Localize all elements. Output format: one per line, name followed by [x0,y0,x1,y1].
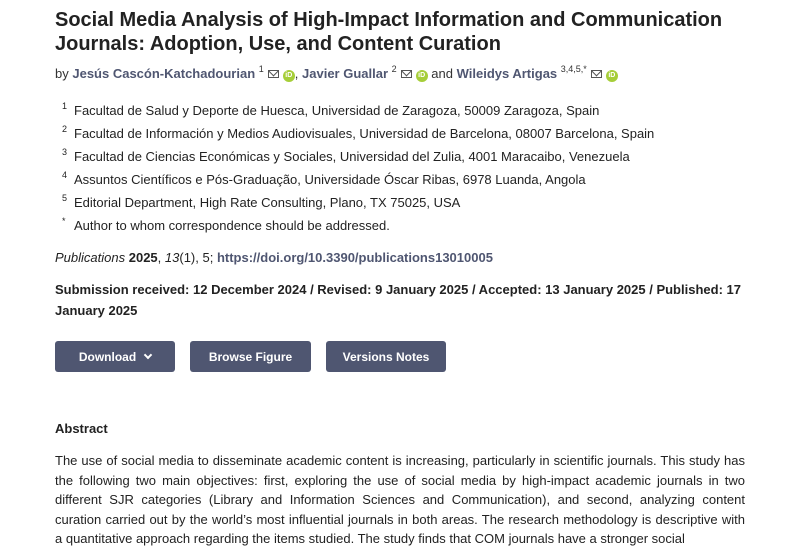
abstract-text: The use of social media to disseminate a… [55,453,745,547]
journal-name: Publications [55,250,126,265]
article-header: Social Media Analysis of High-Impact Inf… [55,8,745,549]
orcid-icon[interactable]: iD [605,70,618,82]
affiliation-text: Facultad de Información y Medios Audiovi… [74,126,655,141]
affiliation-text: Facultad de Ciencias Económicas y Social… [74,149,630,164]
download-button[interactable]: Download [55,341,175,372]
download-label: Download [78,349,137,364]
affiliation-item: 3 Facultad de Ciencias Económicas y Socia… [55,145,745,168]
affiliation-item: 2 Facultad de Información y Medios Audiov… [55,122,745,145]
affiliation-number: * [62,216,66,226]
abstract-heading: Abstract [55,421,108,436]
affiliation-number: 2 [62,124,68,134]
citation-issue: (1), 5; [179,250,214,265]
versions-notes-button[interactable]: Versions Notes [326,341,446,372]
affiliation-number: 4 [62,170,68,180]
affiliation-number: 1 [62,101,68,111]
email-icon[interactable] [590,70,602,78]
author-link[interactable]: Javier Guallar [302,66,388,81]
affiliation-text: Facultad de Salud y Deporte de Huesca, U… [74,103,600,118]
doi-link[interactable]: https://doi.org/10.3390/publications1301… [217,250,493,265]
and-label: and [431,66,453,81]
affiliation-text: Editorial Department, High Rate Consulti… [74,195,461,210]
browse-figure-button[interactable]: Browse Figure [190,341,311,372]
versions-notes-label: Versions Notes [342,349,430,364]
chevron-down-icon [143,350,153,359]
author-affiliation-ref: 3,4,5,* [560,63,587,74]
affiliation-number: 5 [62,193,68,203]
email-icon[interactable] [267,70,279,78]
citation: Publications 2025, 13(1), 5; https://doi… [55,250,493,265]
email-icon[interactable] [400,70,412,78]
citation-year: 2025 [128,250,158,265]
affiliation-text: Assuntos Científicos e Pós-Graduação, Un… [74,172,586,187]
affiliation-text: Author to whom correspondence should be … [74,218,390,233]
correspondence-note: * Author to whom correspondence should be… [55,214,745,237]
author-link[interactable]: Jesús Cascón-Katchadourian [72,66,255,81]
affiliation-item: 1 Facultad de Salud y Deporte de Huesca, … [55,99,745,122]
author-affiliation-ref: 1 [258,63,264,74]
author-link[interactable]: Wileidys Artigas [457,66,558,81]
author-list: by Jesús Cascón-Katchadourian 1iD, Javie… [55,63,745,83]
orcid-icon[interactable]: iD [282,70,295,82]
affiliation-list: 1 Facultad de Salud y Deporte de Huesca, … [55,99,745,237]
citation-volume: 13 [164,250,180,265]
affiliation-number: 3 [62,147,68,157]
action-buttons: Download Browse Figure Versions Notes [55,341,745,372]
browse-figure-label: Browse Figure [208,349,293,364]
by-label: by [55,66,69,81]
affiliation-item: 5 Editorial Department, High Rate Consult… [55,191,745,214]
affiliation-item: 4 Assuntos Científicos e Pós-Graduação, U… [55,168,745,191]
author-affiliation-ref: 2 [391,63,397,74]
article-title: Social Media Analysis of High-Impact Inf… [55,9,723,55]
publication-dates: Submission received: 12 December 2024 / … [55,282,741,318]
orcid-icon[interactable]: iD [415,70,428,82]
